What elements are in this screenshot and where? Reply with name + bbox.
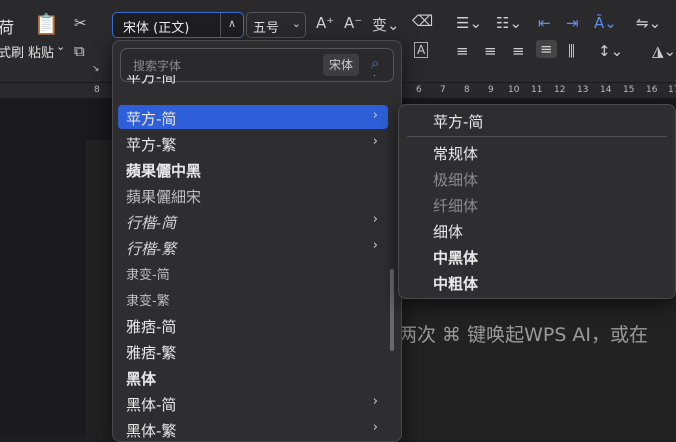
font-item-label: 苹方-简	[126, 110, 177, 128]
paste-label[interactable]: 粘贴	[28, 42, 54, 61]
font-list-scrollbar[interactable]	[390, 269, 394, 351]
chevron-right-icon: ›	[372, 238, 378, 253]
chevron-right-icon: ›	[373, 75, 378, 81]
font-item[interactable]: 苹方-简 ›	[118, 75, 388, 89]
ruler-number: 6	[416, 85, 422, 95]
grow-font-icon[interactable]: A⁺	[316, 14, 334, 32]
increase-indent-icon[interactable]: ⇥	[566, 14, 579, 32]
copy-icon[interactable]: ⧉	[74, 42, 85, 60]
ruler-number: 13	[577, 85, 589, 95]
font-weight-submenu: 苹方-简 常规体 极细体 纤细体 细体 中黑体 中粗体	[398, 104, 676, 299]
font-item[interactable]: 雅痞-繁	[118, 339, 388, 363]
font-item[interactable]: 苹方-简 ›	[118, 105, 388, 129]
chevron-right-icon: ›	[372, 212, 378, 227]
ruler-number: 10	[508, 85, 520, 95]
search-icon[interactable]: ⌕	[371, 54, 379, 72]
weight-item[interactable]: 常规体	[433, 143, 478, 164]
ruler-number: 16	[646, 85, 658, 95]
font-item-label: 黑体	[126, 370, 157, 388]
chevron-up-icon[interactable]: ∧	[220, 13, 243, 37]
font-item[interactable]: 蘋果儷細宋	[118, 183, 388, 207]
align-left-icon[interactable]: ≡	[456, 42, 469, 60]
font-item[interactable]: 苹方-繁 ›	[118, 131, 388, 155]
numbered-list-icon[interactable]: ☷⌄	[496, 14, 522, 32]
font-family-value: 宋体 (正文)	[123, 21, 190, 36]
character-border-icon[interactable]: A	[414, 42, 429, 58]
ruler-number: 17	[668, 85, 676, 95]
format-painter-label[interactable]: 式刷	[0, 42, 24, 61]
font-search-input[interactable]: 搜索字体	[133, 57, 181, 74]
chevron-right-icon: ›	[372, 420, 378, 435]
shrink-font-icon[interactable]: A⁻	[344, 14, 362, 32]
font-size-value: 五号	[253, 21, 280, 36]
font-item[interactable]: 黑体	[118, 365, 388, 389]
distributed-align-icon[interactable]: ⫼	[568, 42, 575, 60]
line-spacing-icon[interactable]: ↕⌄	[598, 42, 623, 60]
shading-icon[interactable]: ◮⌄	[652, 42, 676, 60]
paste-chevron-icon[interactable]: ⌄	[56, 40, 65, 53]
ruler-number: 8	[464, 85, 470, 95]
font-item-label: 行楷-繁	[126, 240, 177, 258]
ruler-number: 11	[531, 85, 543, 95]
cut-icon[interactable]: ✂	[74, 14, 87, 32]
chevron-right-icon: ›	[372, 394, 378, 409]
font-item-label: 隶变-简	[126, 268, 170, 283]
font-item[interactable]: 黑体-繁 ›	[118, 417, 388, 441]
weight-item[interactable]: 纤细体	[433, 195, 478, 216]
font-family-dropdown: 搜索字体 宋体 ⌕ 苹方-简 › 苹方-简 › 苹方-繁 › 蘋果儷中黑 蘋果儷…	[112, 40, 402, 442]
submenu-divider	[407, 136, 667, 137]
chevron-right-icon: ›	[372, 134, 378, 149]
font-item-label: 行楷-简	[126, 214, 177, 232]
weight-item[interactable]: 极细体	[433, 169, 478, 190]
font-item[interactable]: 蘋果儷中黑	[118, 157, 388, 181]
current-font-tag: 宋体	[323, 54, 359, 76]
font-item[interactable]: 隶变-繁	[118, 287, 388, 311]
ruler-number: 12	[554, 85, 566, 95]
format-painter-icon-partial[interactable]: 荷	[0, 14, 14, 38]
weight-item[interactable]: 中粗体	[433, 273, 478, 294]
ruler-number: 7	[440, 85, 446, 95]
align-right-icon[interactable]: ≡	[512, 42, 525, 60]
chevron-right-icon: ›	[372, 108, 378, 123]
bullet-list-icon[interactable]: ☰⌄	[456, 14, 482, 32]
sort-icon[interactable]: ⇋⌄	[636, 14, 661, 32]
font-item-label: 蘋果儷細宋	[126, 188, 202, 206]
weight-item[interactable]: 细体	[433, 221, 463, 242]
font-item-label: 隶变-繁	[126, 294, 170, 309]
font-family-select[interactable]: 宋体 (正文) ∧	[112, 12, 244, 38]
font-item[interactable]: 行楷-简 ›	[118, 209, 388, 233]
ruler-number: 8	[94, 85, 100, 95]
font-item[interactable]: 黑体-简 ›	[118, 391, 388, 415]
decrease-indent-icon[interactable]: ⇤	[538, 14, 551, 32]
clear-format-icon[interactable]: ⌫	[412, 12, 433, 30]
ruler-number: 15	[623, 85, 635, 95]
font-item-label: 黑体-简	[126, 396, 177, 414]
justify-icon[interactable]: ≡	[536, 40, 557, 58]
submenu-title[interactable]: 苹方-简	[433, 111, 483, 132]
chevron-down-icon[interactable]: ⌄	[292, 17, 301, 30]
document-placeholder-text: 两次 ⌘ 键唤起WPS AI，或在	[398, 324, 649, 346]
text-direction-icon[interactable]: Ā⌄	[594, 14, 617, 32]
font-item[interactable]: 行楷-繁 ›	[118, 235, 388, 259]
font-item-label: 蘋果儷中黑	[126, 162, 202, 180]
align-center-icon[interactable]: ≡	[484, 42, 497, 60]
phonetic-guide-icon[interactable]: 变⌄	[372, 14, 400, 35]
paste-icon[interactable]: 📋	[34, 12, 59, 36]
font-item-label: 雅痞-繁	[126, 344, 177, 362]
ruler-number: 9	[488, 85, 494, 95]
font-item[interactable]: 隶变-简	[118, 261, 388, 285]
font-item-label: 黑体-繁	[126, 422, 177, 440]
font-size-select[interactable]: 五号 ⌄	[246, 12, 306, 38]
weight-item[interactable]: 中黑体	[433, 247, 478, 268]
font-item-label: 苹方-简	[126, 75, 177, 86]
ruler-number: 14	[600, 85, 612, 95]
font-item-label: 苹方-繁	[126, 136, 177, 154]
font-item[interactable]: 雅痞-简	[118, 313, 388, 337]
font-item-label: 雅痞-简	[126, 318, 177, 336]
clipboard-expand-icon[interactable]: ↘	[92, 64, 100, 74]
